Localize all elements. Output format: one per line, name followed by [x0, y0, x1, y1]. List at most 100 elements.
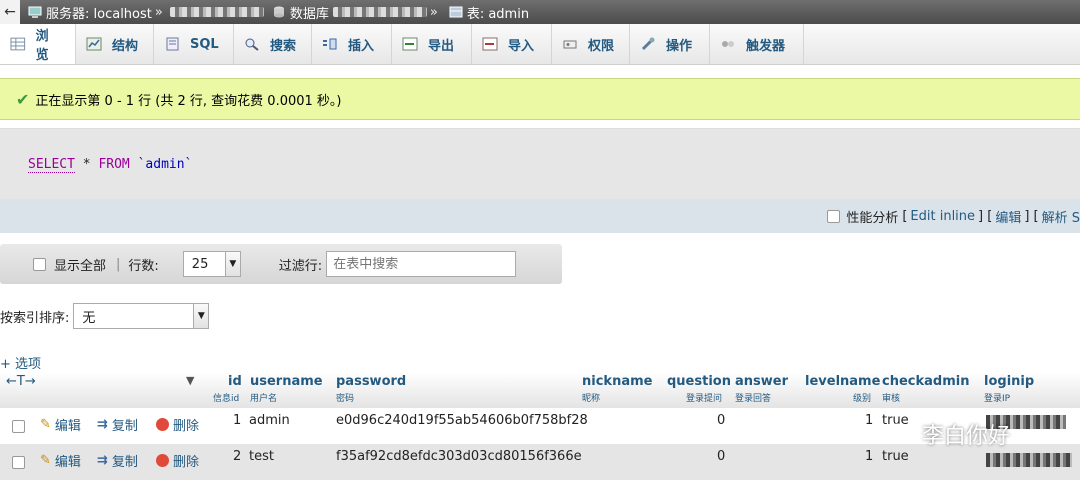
sort-select-value: 无 [82, 310, 96, 326]
tab-label: 权限 [588, 38, 615, 54]
breadcrumb-server-label: 服务器: localhost [46, 6, 152, 22]
structure-icon [86, 37, 102, 51]
column-header-id[interactable]: id [228, 374, 242, 389]
column-header-password[interactable]: password [336, 374, 406, 389]
edit-label: 编辑 [54, 419, 81, 434]
table-header: ←T→ ▼ id 信息id username 用户名 password 密码 n… [0, 372, 1080, 408]
profiling-checkbox[interactable] [827, 209, 841, 223]
chevron-down-icon: ▼ [193, 304, 209, 328]
wechat-icon [887, 423, 913, 444]
column-header-loginip[interactable]: loginip [984, 374, 1034, 389]
options-link[interactable]: + 选项 [0, 353, 41, 372]
sql-keyword-select[interactable]: SELECT [28, 157, 75, 173]
privileges-icon [563, 40, 577, 49]
row-delete-action[interactable]: 删除 [156, 451, 199, 470]
pencil-icon: ✎ [40, 453, 51, 468]
column-comment: 登录IP [984, 394, 1011, 404]
tab-operations[interactable]: 操作 [630, 24, 710, 64]
success-message: ✔ 正在显示第 0 - 1 行 (共 2 行, 查询花费 0.0001 秒。) [0, 78, 1080, 120]
breadcrumb-separator: » [429, 4, 438, 20]
pencil-icon: ✎ [40, 417, 51, 432]
breadcrumb: ← 服务器: localhost » 数据库 » 表: admin [0, 0, 1080, 24]
column-comment: 登录提问 [686, 394, 723, 404]
tab-label: 搜索 [270, 38, 297, 54]
show-all-checkbox[interactable] [33, 257, 46, 271]
cell-question[interactable]: 0 [717, 449, 725, 464]
column-header-checkadmin[interactable]: checkadmin [882, 374, 969, 389]
search-icon [245, 38, 259, 51]
chevron-down-icon: ▼ [224, 252, 240, 276]
cell-levelname[interactable]: 1 [865, 449, 873, 464]
move-columns-handle[interactable]: ←T→ [6, 374, 36, 389]
tab-structure[interactable]: 结构 [76, 24, 154, 64]
tab-export[interactable]: 导出 [392, 24, 472, 64]
cell-question[interactable]: 0 [717, 413, 725, 428]
tab-triggers[interactable]: 触发器 [710, 24, 804, 64]
cell-password[interactable]: e0d96c240d19f55ab54606b0f758bf28 [336, 413, 588, 428]
redacted-host [169, 7, 264, 17]
row-edit-action[interactable]: ✎ 编辑 [40, 451, 81, 470]
sql-query-box: SELECT * FROM `admin` 性能分析 [ Edit inline… [0, 128, 1080, 233]
tab-bar: 浏览 结构 SQL 搜索 插入 导出 导入 权限 操作 触发器 [0, 24, 1080, 65]
breadcrumb-database[interactable]: 数据库 [272, 3, 329, 22]
filter-label: 过滤行: [278, 258, 323, 274]
cell-username[interactable]: admin [249, 413, 290, 428]
cell-username[interactable]: test [249, 449, 274, 464]
column-header-question[interactable]: question [667, 374, 731, 389]
tab-import[interactable]: 导入 [472, 24, 552, 64]
tab-label: 结构 [112, 38, 139, 54]
edit-link[interactable]: 编辑 [995, 207, 1021, 226]
copy-icon: ⇉ [97, 417, 108, 432]
bracket: ] [ [1024, 208, 1039, 224]
edit-inline-link[interactable]: Edit inline [910, 209, 975, 224]
sql-actions-bar: 性能分析 [ Edit inline ] [ 编辑 ] [ 解析 S [0, 199, 1080, 233]
row-copy-action[interactable]: ⇉ 复制 [97, 451, 138, 470]
column-header-nickname[interactable]: nickname [582, 374, 652, 389]
cell-id[interactable]: 2 [233, 449, 241, 464]
column-comment: 级别 [853, 394, 872, 404]
cell-id[interactable]: 1 [233, 413, 241, 428]
tab-insert[interactable]: 插入 [312, 24, 392, 64]
breadcrumb-table-label: 表: admin [466, 6, 530, 22]
tab-sql[interactable]: SQL [154, 24, 234, 64]
row-delete-action[interactable]: 删除 [156, 415, 199, 434]
filter-input[interactable] [326, 251, 517, 277]
column-menu-icon[interactable]: ▼ [186, 374, 194, 387]
column-header-levelname[interactable]: levelname [805, 374, 880, 389]
sql-table-name: `admin` [137, 157, 193, 172]
column-comment: 审核 [882, 394, 901, 404]
column-header-answer[interactable]: answer [735, 374, 788, 389]
breadcrumb-server[interactable]: 服务器: localhost [28, 3, 152, 22]
column-header-username[interactable]: username [250, 374, 323, 389]
breadcrumb-table[interactable]: 表: admin [449, 3, 529, 22]
tab-browse[interactable]: 浏览 [0, 24, 76, 64]
explain-link[interactable]: 解析 S [1042, 207, 1080, 226]
delete-label: 删除 [173, 419, 200, 434]
tab-label: 插入 [348, 38, 375, 54]
back-arrow-icon[interactable]: ← [0, 0, 20, 24]
row-edit-action[interactable]: ✎ 编辑 [40, 415, 81, 434]
column-comment: 用户名 [250, 394, 278, 404]
triggers-icon [722, 41, 734, 47]
rows-label: 行数: [128, 258, 159, 274]
rows-select-value: 25 [191, 256, 209, 272]
tab-search[interactable]: 搜索 [234, 24, 312, 64]
sort-by-key: 按索引排序: 无 ▼ [0, 303, 210, 329]
copy-label: 复制 [111, 419, 138, 434]
row-checkbox[interactable] [12, 456, 25, 469]
delete-icon [156, 454, 169, 467]
row-copy-action[interactable]: ⇉ 复制 [97, 415, 138, 434]
sort-select[interactable]: 无 ▼ [73, 303, 210, 329]
sort-label: 按索引排序: [0, 310, 70, 326]
checkmark-icon: ✔ [16, 89, 30, 109]
row-checkbox[interactable] [12, 420, 25, 433]
redacted-loginip [986, 453, 1072, 467]
cell-checkadmin[interactable]: true [882, 449, 909, 464]
rows-select[interactable]: 25 ▼ [182, 251, 241, 277]
tab-privileges[interactable]: 权限 [552, 24, 630, 64]
redacted-database-name [332, 7, 427, 17]
database-icon [273, 6, 284, 18]
cell-password[interactable]: f35af92cd8efdc303d03cd80156f366e [336, 449, 582, 464]
divider: | [116, 256, 121, 272]
cell-levelname[interactable]: 1 [865, 413, 873, 428]
